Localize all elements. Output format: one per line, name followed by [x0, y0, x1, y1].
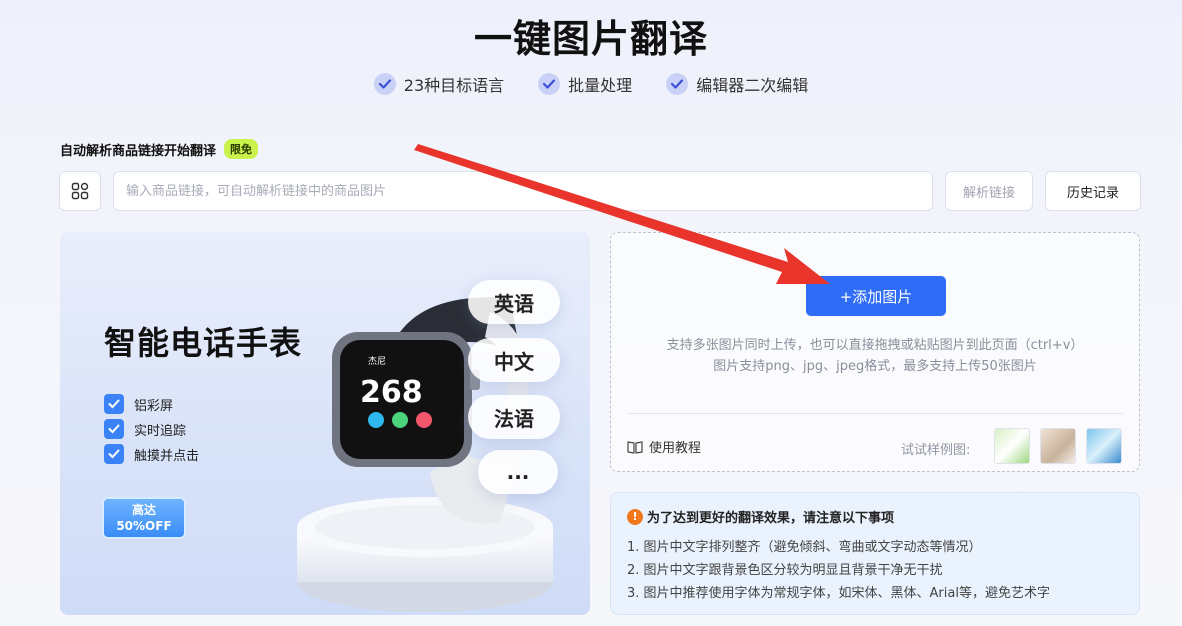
feature-label: 编辑器二次编辑 [696, 76, 809, 95]
language-bubble: ... [478, 450, 558, 494]
watch-brand: 杰尼 [368, 355, 386, 367]
promo-line1: 高达 [131, 503, 156, 517]
language-bubble: 英语 [468, 280, 560, 324]
banner-feature-label: 触摸并点击 [134, 448, 200, 464]
language-bubble: 法语 [468, 395, 560, 439]
tips-title-text: 为了达到更好的翻译效果，请注意以下事项 [647, 511, 895, 526]
feature-label: 23种目标语言 [403, 76, 505, 95]
tutorial-label: 使用教程 [649, 441, 702, 456]
feature-list: 23种目标语言 批量处理 编辑器二次编辑 [0, 72, 1182, 96]
banner-feature: 实时追踪 [104, 419, 186, 439]
check-icon [104, 419, 124, 439]
tips-panel: ! 为了达到更好的翻译效果，请注意以下事项 1. 图片中文字排列整齐（避免倾斜、… [610, 492, 1140, 615]
banner-feature: 触摸并点击 [104, 444, 199, 464]
link-section-label: 自动解析商品链接开始翻译 限免 [60, 139, 259, 159]
tips-title: ! 为了达到更好的翻译效果，请注意以下事项 [627, 507, 1123, 526]
sample-image[interactable] [1086, 428, 1122, 464]
check-icon [538, 73, 561, 95]
book-icon [627, 440, 643, 454]
tips-list: 1. 图片中文字排列整齐（避免倾斜、弯曲或文字动态等情况） 2. 图片中文字跟背… [627, 536, 1123, 601]
feature-item: 编辑器二次编辑 [666, 72, 808, 96]
check-icon [104, 394, 124, 414]
sample-image[interactable] [994, 428, 1030, 464]
sample-image[interactable] [1040, 428, 1076, 464]
banner-feature: 铝彩屏 [104, 394, 173, 414]
divider [627, 413, 1123, 414]
tip-item: 2. 图片中文字跟背景色区分较为明显且背景干净无干扰 [627, 563, 943, 578]
upload-hint: 支持多张图片同时上传，也可以直接拖拽或粘贴图片到此页面（ctrl+v） [666, 338, 1084, 353]
promo-line2: 50%OFF [116, 519, 172, 533]
app-grid-icon [71, 182, 89, 200]
warning-icon: ! [627, 508, 643, 525]
add-image-button[interactable]: +添加图片 [806, 276, 946, 316]
watch-number: 268 [360, 375, 423, 410]
parse-link-button[interactable]: 解析链接 [945, 171, 1033, 211]
app-grid-button[interactable] [59, 171, 101, 211]
history-button[interactable]: 历史记录 [1045, 171, 1141, 211]
feature-item: 23种目标语言 [373, 72, 505, 96]
check-icon [104, 444, 124, 464]
tutorial-link[interactable]: 使用教程 [627, 437, 701, 456]
check-icon [666, 73, 689, 95]
product-link-input[interactable] [113, 171, 933, 211]
link-label-text: 自动解析商品链接开始翻译 [60, 143, 217, 159]
banner-title: 智能电话手表 [104, 324, 303, 362]
page-title: 一键图片翻译 [473, 17, 708, 61]
banner-feature-label: 实时追踪 [134, 423, 187, 439]
page: 一键图片翻译 23种目标语言 批量处理 编辑器二次编辑 自动解析商品链接开始翻译… [0, 0, 1182, 626]
language-bubble: 中文 [468, 338, 560, 382]
upload-dropzone[interactable]: +添加图片 支持多张图片同时上传，也可以直接拖拽或粘贴图片到此页面（ctrl+v… [610, 232, 1140, 472]
free-badge: 限免 [224, 139, 259, 159]
promo-banner: 智能电话手表 铝彩屏 实时追踪 触摸并点击 高达 50%OFF 杰尼 268 英… [60, 232, 590, 615]
feature-item: 批量处理 [538, 72, 632, 96]
tip-item: 1. 图片中文字排列整齐（避免倾斜、弯曲或文字动态等情况） [627, 540, 982, 555]
promo-badge: 高达 50%OFF [102, 497, 186, 539]
upload-format-hint: 图片支持png、jpg、jpeg格式，最多支持上传50张图片 [713, 359, 1037, 374]
samples-label: 试试样例图: [901, 443, 971, 458]
feature-label: 批量处理 [568, 76, 633, 95]
tip-item: 3. 图片中推荐使用字体为常规字体，如宋体、黑体、Arial等，避免艺术字 [627, 586, 1050, 601]
banner-feature-label: 铝彩屏 [134, 398, 174, 414]
check-icon [373, 73, 396, 95]
